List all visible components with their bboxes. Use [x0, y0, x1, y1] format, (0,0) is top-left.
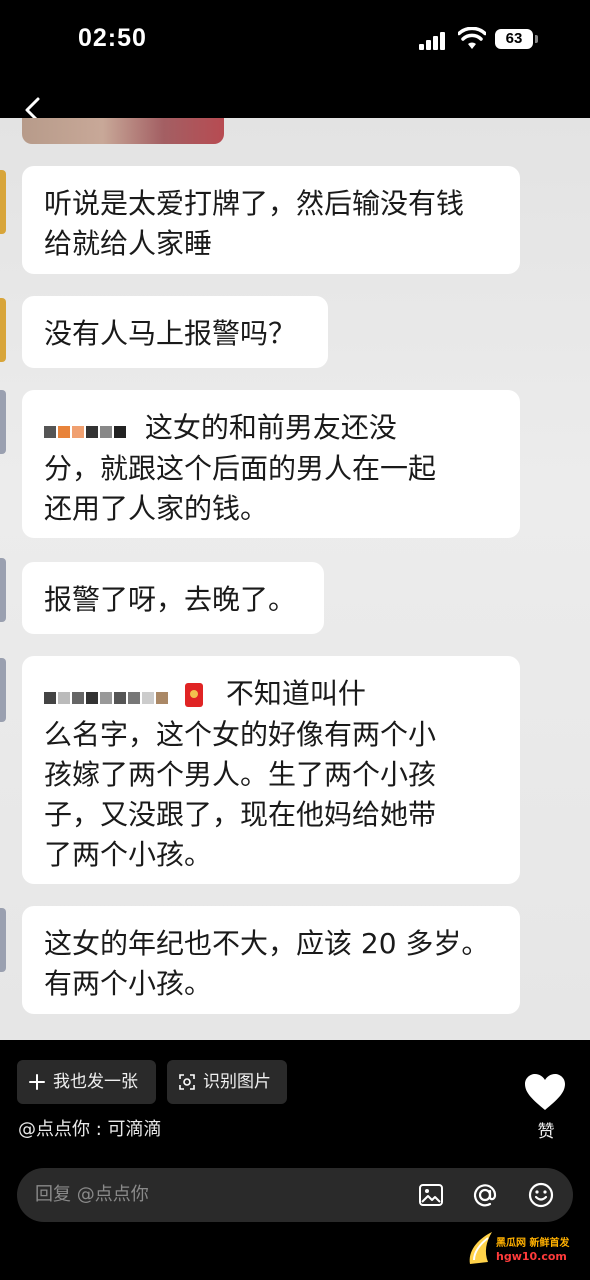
message-text-line1: 这女的和前男友还没: [144, 411, 397, 444]
redacted-name: [44, 409, 128, 449]
watermark-url: hgw10.com: [496, 1250, 567, 1263]
recognize-image-button[interactable]: 识别图片: [167, 1060, 287, 1104]
plus-icon: [29, 1074, 45, 1090]
message-text: 这女的年纪也不大，应该 20 多岁。 有两个小孩。: [44, 927, 490, 1000]
author-line[interactable]: @点点你 : 可滴滴: [18, 1115, 162, 1141]
watermark-icon: [469, 1232, 492, 1264]
avatar: [0, 170, 6, 234]
battery-indicator: 63: [495, 29, 533, 49]
post-too-label: 我也发一张: [53, 1072, 138, 1092]
message-text: 这女的和前男友还没 分，就跟这个后面的男人在一起 还用了人家的钱。: [44, 408, 498, 529]
reply-input[interactable]: 回复 @点点你: [17, 1168, 573, 1222]
signal-icon: [419, 30, 449, 50]
status-bar: 02:50 63: [0, 0, 590, 80]
status-time: 02:50: [78, 24, 147, 52]
avatar: [0, 908, 6, 972]
avatar: [0, 658, 6, 722]
message-text: 报警了呀，去晚了。: [44, 583, 297, 616]
message-text: 不知道叫什 么名字，这个女的好像有两个小 孩嫁了两个男人。生了两个小孩 子，又没…: [44, 674, 498, 875]
chat-bubble: 这女的年纪也不大，应该 20 多岁。 有两个小孩。: [22, 906, 520, 1014]
chat-bubble: 没有人马上报警吗？: [22, 296, 328, 368]
message-text: 没有人马上报警吗？: [44, 317, 297, 350]
previous-image-thumbnail: [22, 118, 224, 144]
wifi-icon: [458, 27, 486, 49]
chat-bubble: 听说是太爱打牌了，然后输没有钱 给就给人家睡: [22, 166, 520, 274]
post-too-button[interactable]: 我也发一张: [17, 1060, 156, 1104]
message-text-line1: 不知道叫什: [225, 677, 366, 710]
chat-bubble: 这女的和前男友还没 分，就跟这个后面的男人在一起 还用了人家的钱。: [22, 390, 520, 538]
reply-placeholder: 回复 @点点你: [35, 1184, 149, 1205]
emoji-icon[interactable]: [527, 1181, 555, 1209]
watermark-logo: 黑瓜网 新鲜首发 hgw10.com: [466, 1224, 590, 1280]
battery-nub: [535, 35, 538, 43]
message-text-rest: 分，就跟这个后面的男人在一起 还用了人家的钱。: [44, 452, 437, 525]
watermark-text: 黑瓜网 新鲜首发: [496, 1238, 570, 1249]
avatar: [0, 298, 6, 362]
image-icon[interactable]: [417, 1181, 445, 1209]
chat-screenshot-image[interactable]: 听说是太爱打牌了，然后输没有钱 给就给人家睡 没有人马上报警吗？ 这女的和前男友…: [0, 118, 590, 1040]
avatar: [0, 390, 6, 454]
scan-icon: [179, 1074, 195, 1090]
redacted-name: [44, 675, 170, 715]
recognize-image-label: 识别图片: [203, 1072, 271, 1092]
message-text: 听说是太爱打牌了，然后输没有钱 给就给人家睡: [44, 187, 465, 260]
like-label: 赞: [537, 1122, 555, 1142]
message-text-rest: 么名字，这个女的好像有两个小 孩嫁了两个男人。生了两个小孩 子，又没跟了，现在他…: [44, 718, 437, 871]
red-envelope-icon: [184, 683, 203, 707]
heart-icon[interactable]: [523, 1072, 567, 1112]
at-icon[interactable]: [471, 1181, 499, 1209]
chat-bubble: 报警了呀，去晚了。: [22, 562, 324, 634]
avatar: [0, 558, 6, 622]
chat-bubble: 不知道叫什 么名字，这个女的好像有两个小 孩嫁了两个男人。生了两个小孩 子，又没…: [22, 656, 520, 884]
